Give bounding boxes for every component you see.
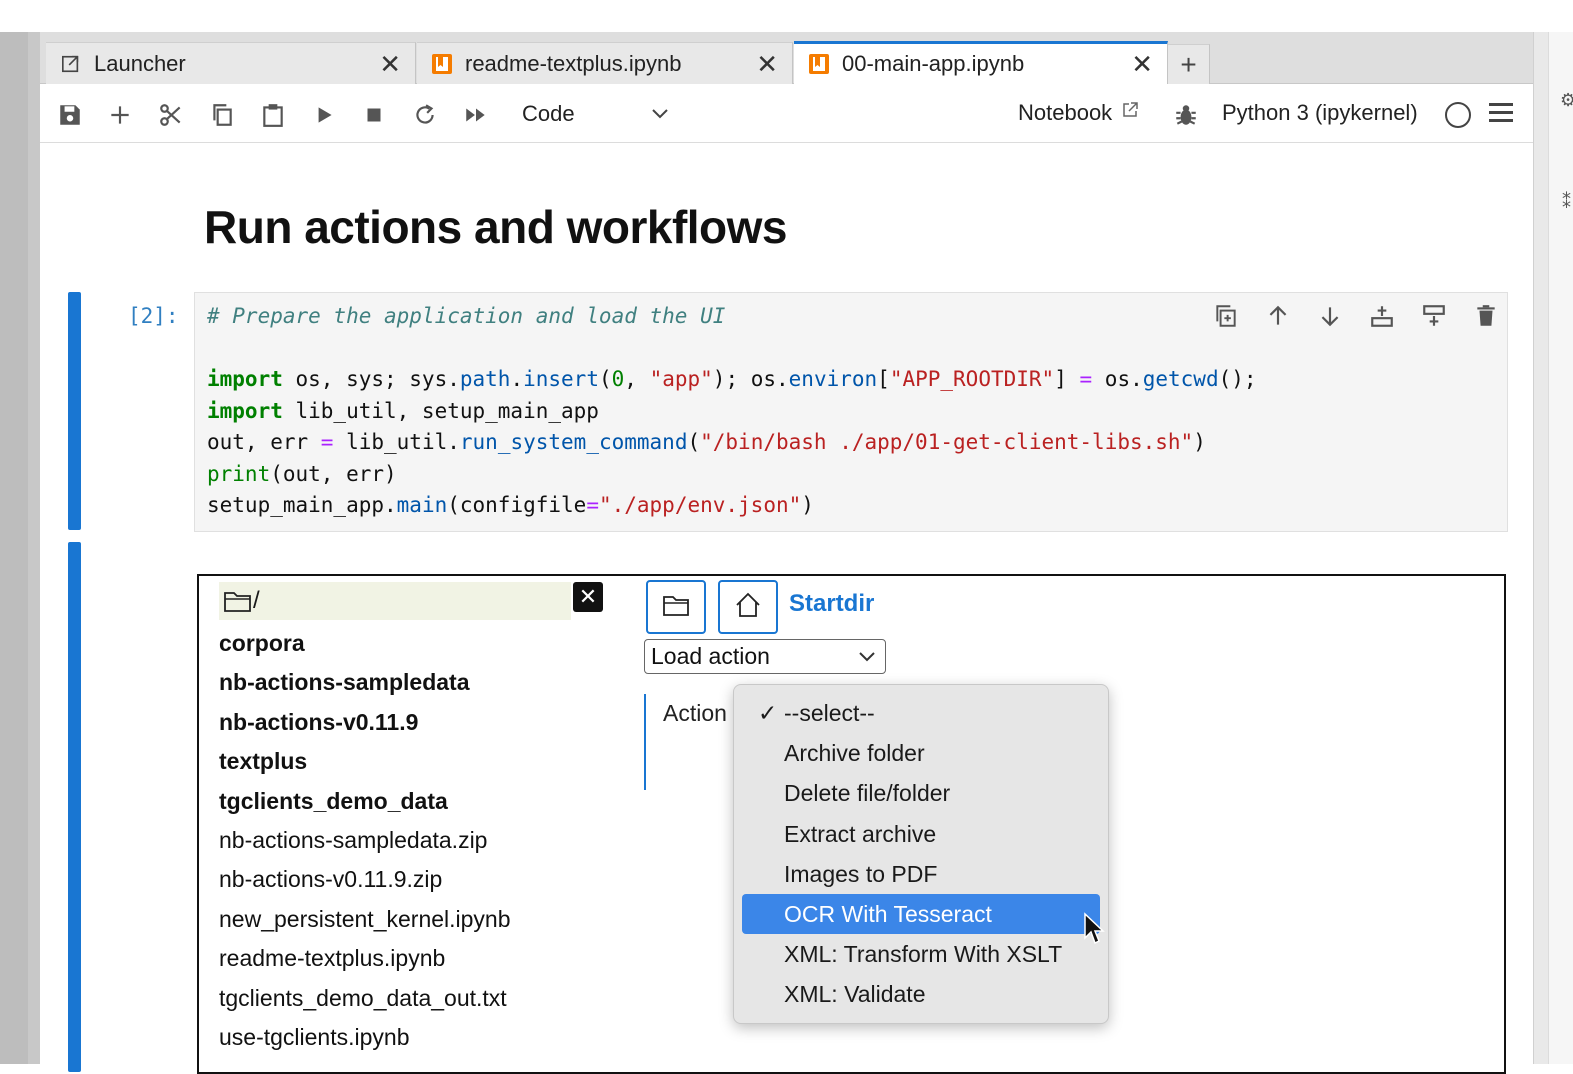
close-icon[interactable]: ✕ [379,51,401,77]
kernel-status-icon [1445,102,1471,128]
list-item[interactable]: corpora [219,624,619,663]
folder-icon [661,590,691,625]
fast-forward-icon[interactable] [460,99,492,131]
tab-label: Launcher [94,50,186,76]
load-action-value: Load action [651,643,770,669]
cut-icon[interactable] [155,99,187,131]
form-divider [644,694,646,790]
cell-type-select[interactable]: Code [522,97,672,131]
dropdown-option[interactable]: ✓ --select-- [742,693,1100,733]
new-tab-button[interactable]: + [1168,44,1210,84]
add-cell-icon[interactable] [104,99,136,131]
action-widget: / ✕ corpora nb-actions-sampledata nb-act… [197,574,1506,1074]
output-cell-indicator[interactable] [68,542,81,1072]
notebook-icon [808,53,830,75]
copy-icon[interactable] [206,99,238,131]
restart-icon[interactable] [409,99,441,131]
list-item[interactable]: nb-actions-sampledata [219,663,619,702]
cell-toolbar [1210,300,1502,332]
list-item[interactable]: new_persistent_kernel.ipynb [219,900,619,939]
folder-icon [223,588,253,614]
chevron-down-icon [648,101,672,131]
list-item[interactable]: textplus [219,742,619,781]
insert-above-icon[interactable] [1366,300,1398,332]
kernel-name[interactable]: Python 3 (ipykernel) [1222,100,1418,126]
home-icon [733,590,763,625]
dropdown-option[interactable]: Images to PDF [742,854,1100,894]
menu-icon[interactable] [1489,103,1513,127]
launcher-icon [60,53,82,75]
close-icon[interactable]: ✕ [756,51,778,77]
right-sidebar[interactable]: ⚙ ⁑ [1533,32,1573,1064]
chevron-down-icon [855,644,879,674]
notebook-panel: Run actions and workflows [2]: # Prepare… [40,144,1533,1074]
checkmark-icon: ✓ [758,700,778,726]
dropdown-option[interactable]: XML: Validate [742,974,1100,1014]
notebook-toolbar: Code Notebook Python 3 (ipykernel) [40,85,1533,143]
list-item[interactable]: nb-actions-v0.11.9.zip [219,860,619,899]
dropdown-option[interactable]: XML: Transform With XSLT [742,934,1100,974]
cell-prompt: [2]: [128,304,179,328]
paste-icon[interactable] [257,99,289,131]
path-input[interactable]: / [219,582,571,620]
open-notebook-link[interactable]: Notebook [1018,100,1140,126]
mouse-cursor-icon [1084,912,1105,945]
action-label: Action [663,700,727,726]
tab-label: readme-textplus.ipynb [465,50,682,76]
browse-folder-button[interactable] [646,580,706,634]
active-cell-indicator[interactable] [68,292,81,530]
action-dropdown-menu: ✓ --select-- Archive folder Delete file/… [733,684,1109,1024]
dropdown-option[interactable]: Delete file/folder [742,773,1100,813]
tab-bar: Launcher ✕ readme-textplus.ipynb ✕ 00-ma… [40,32,1533,84]
tab-label: 00-main-app.ipynb [842,51,1025,76]
save-icon[interactable] [54,99,86,131]
external-link-icon [1120,100,1140,126]
list-item[interactable]: tgclients_demo_data [219,782,619,821]
tab-launcher[interactable]: Launcher ✕ [46,42,416,84]
move-down-icon[interactable] [1314,300,1346,332]
notebook-label: Notebook [1018,100,1113,125]
debug-icon[interactable]: ⁑ [1562,192,1571,213]
move-up-icon[interactable] [1262,300,1294,332]
tab-readme-textplus[interactable]: readme-textplus.ipynb ✕ [417,42,793,84]
code-comment: # Prepare the application and load the U… [207,304,726,328]
notebook-icon [431,53,453,75]
list-item[interactable]: use-tgclients.ipynb [219,1018,619,1057]
insert-below-icon[interactable] [1418,300,1450,332]
dropdown-option-highlighted[interactable]: OCR With Tesseract [742,893,1100,935]
page-title: Run actions and workflows [204,201,788,253]
list-item[interactable]: readme-textplus.ipynb [219,939,619,978]
gear-icon[interactable]: ⚙ [1560,90,1573,111]
list-item[interactable]: nb-actions-sampledata.zip [219,821,619,860]
file-list: corpora nb-actions-sampledata nb-actions… [219,624,619,1057]
duplicate-cell-icon[interactable] [1210,300,1242,332]
cell-type-value: Code [522,101,575,126]
tab-main-app[interactable]: 00-main-app.ipynb ✕ [794,41,1168,84]
clear-path-button[interactable]: ✕ [573,582,603,612]
load-action-select[interactable]: Load action [644,639,886,674]
left-sidebar-strip [0,32,40,1064]
bug-icon[interactable] [1170,99,1202,131]
dropdown-option[interactable]: Archive folder [742,733,1100,773]
list-item[interactable]: nb-actions-v0.11.9 [219,703,619,742]
run-icon[interactable] [308,99,340,131]
close-icon[interactable]: ✕ [1131,51,1153,77]
path-value: / [253,587,260,614]
delete-icon[interactable] [1470,300,1502,332]
stop-icon[interactable] [358,99,390,131]
dropdown-option[interactable]: Extract archive [742,814,1100,854]
startdir-link[interactable]: Startdir [789,590,874,618]
list-item[interactable]: tgclients_demo_data_out.txt [219,979,619,1018]
home-button[interactable] [718,580,778,634]
window-top-margin [0,0,1573,32]
